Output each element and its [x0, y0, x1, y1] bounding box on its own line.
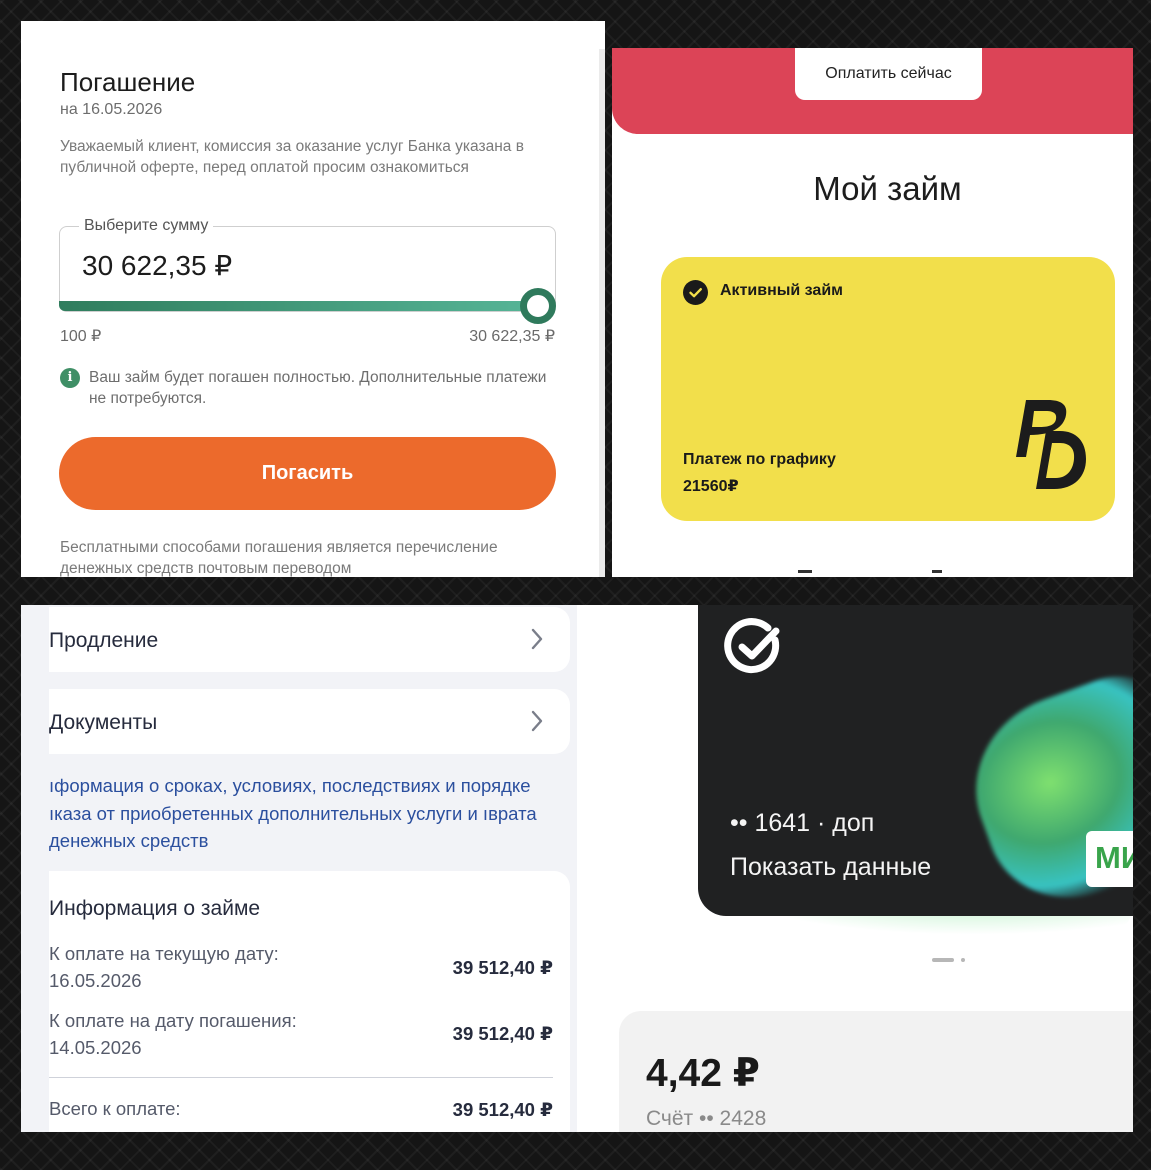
bank-card-panel: МИ •• 1641 · доп Показать данные 4,42 ₽ … [577, 605, 1133, 1132]
amount-field-label: Выберите сумму [79, 217, 214, 235]
documents-label: Документы [49, 711, 158, 734]
mir-logo: МИ [1086, 831, 1133, 887]
repayment-date: на 16.05.2026 [60, 101, 163, 118]
loan-info-title: Информация о займе [49, 897, 261, 920]
divider [49, 1077, 553, 1078]
refund-info-link[interactable]: ıформация о сроках, условиях, последстви… [49, 772, 569, 855]
amount-slider-handle[interactable] [520, 288, 556, 324]
loan-info-item-value: 39 512,40 ₽ [452, 957, 553, 978]
account-balance: 4,42 ₽ [646, 1052, 760, 1095]
check-icon [683, 280, 708, 305]
panel-divider [599, 49, 605, 577]
pay-now-button[interactable]: Оплатить сейчас [795, 48, 982, 100]
card-number: •• 1641 · доп [730, 809, 875, 837]
loan-details-panel: Пpодление Документы ıформация о сроках, … [21, 605, 577, 1132]
slider-max-label: 30 622,35 ₽ [469, 328, 555, 345]
schedule-payment-value: 21560₽ [683, 478, 739, 495]
chevron-right-icon [531, 710, 543, 732]
extension-row[interactable]: Пpодление [49, 607, 570, 672]
total-value: 39 512,40 ₽ [452, 1099, 553, 1120]
chevron-right-icon [531, 628, 543, 650]
show-data-link[interactable]: Показать данные [730, 853, 931, 882]
lender-logo [1016, 400, 1086, 489]
amount-slider-track[interactable] [59, 301, 538, 311]
extension-label: Пpодление [49, 629, 159, 652]
repayment-panel: Погашение на 16.05.2026 Уважаемый клиент… [21, 21, 605, 577]
bank-card[interactable]: МИ •• 1641 · доп Показать данные [698, 605, 1133, 916]
my-loan-panel: Оплатить сейчас Мой займ Активный займ П… [612, 48, 1133, 577]
account-card[interactable]: 4,42 ₽ Счёт •• 2428 [619, 1011, 1133, 1132]
cropped-text [792, 570, 952, 577]
free-methods-text: Бесплатными способами погашения является… [60, 539, 498, 577]
documents-row[interactable]: Документы [49, 689, 570, 754]
loan-status: Активный займ [720, 282, 843, 299]
repayment-title: Погашение [60, 67, 196, 97]
commission-notice: Уважаемый клиент, комиссия за оказание у… [60, 138, 524, 176]
my-loan-heading: Мой займ [813, 170, 962, 207]
sber-logo-icon [724, 618, 780, 674]
info-icon: i [60, 368, 80, 388]
total-label: Всего к оплате: [49, 1098, 181, 1119]
loan-info-card: Информация о займе К оплате на текущую д… [49, 871, 570, 1132]
schedule-payment-label: Платеж по графику [683, 451, 836, 468]
amount-value[interactable]: 30 622,35 ₽ [82, 249, 232, 282]
full-repayment-info: Ваш займ будет погашен полностью. Дополн… [89, 369, 547, 407]
loan-info-item-label: К оплате на текущую дату: 16.05.2026 [49, 943, 279, 991]
loan-info-item-label: К оплате на дату погашения: 14.05.2026 [49, 1010, 297, 1058]
repay-button[interactable]: Погасить [59, 437, 556, 510]
account-number: Счёт •• 2428 [646, 1107, 767, 1130]
loan-card[interactable]: Активный займ Платеж по графику 21560₽ [661, 257, 1115, 521]
loan-info-item-value: 39 512,40 ₽ [452, 1023, 553, 1044]
slider-min-label: 100 ₽ [60, 328, 102, 345]
